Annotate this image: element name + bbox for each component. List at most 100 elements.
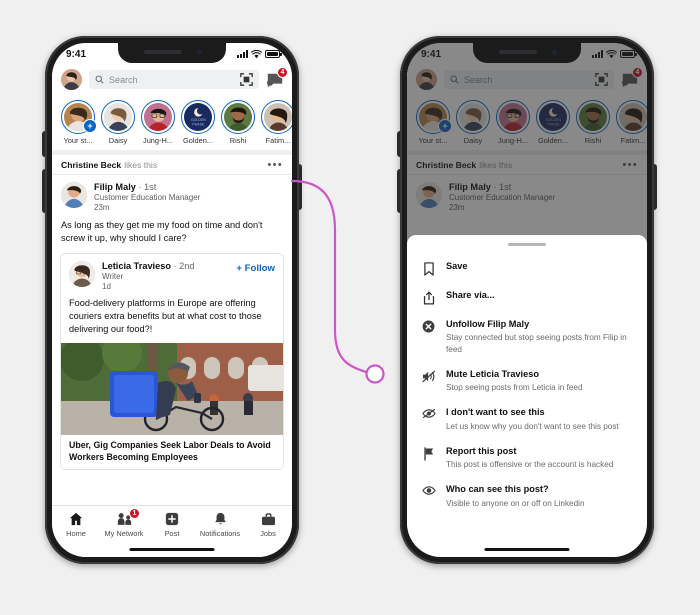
ellipsis-menu-icon[interactable]: ••• bbox=[268, 159, 283, 170]
search-icon bbox=[95, 75, 104, 84]
messaging-badge: 4 bbox=[277, 66, 288, 78]
svg-text:PHASE: PHASE bbox=[192, 122, 205, 126]
menu-item-title: Report this post bbox=[446, 445, 517, 456]
reshared-post-card[interactable]: Leticia Travieso · 2nd Writer 1d + Follo… bbox=[60, 252, 284, 471]
briefcase-icon bbox=[244, 511, 292, 527]
svg-text:GOLDEN: GOLDEN bbox=[190, 118, 206, 122]
home-icon bbox=[52, 511, 100, 527]
bookmark-icon bbox=[421, 261, 436, 276]
qr-scanner-icon[interactable] bbox=[240, 73, 253, 86]
flag-icon bbox=[421, 446, 436, 461]
menu-item-who-can-see[interactable]: Who can see this post? Visible to anyone… bbox=[407, 477, 647, 516]
menu-item-subtitle: This post is offensive or the account is… bbox=[446, 460, 614, 470]
post-options-sheet: Save Share via... Unfollow Filip Maly St… bbox=[407, 235, 647, 557]
menu-item-save[interactable]: Save bbox=[407, 254, 647, 283]
tab-label: My Network bbox=[104, 529, 144, 538]
post-author-row: Filip Maly · 1st Customer Education Mana… bbox=[52, 175, 292, 217]
follow-button[interactable]: + Follow bbox=[236, 261, 275, 274]
phone-right-screen: 9:41 Search bbox=[407, 43, 647, 557]
story-label: Fatim... bbox=[265, 136, 291, 145]
profile-avatar[interactable] bbox=[61, 69, 82, 90]
eye-icon bbox=[421, 484, 436, 496]
post-author-avatar[interactable] bbox=[61, 182, 87, 208]
post-author-headline: Customer Education Manager bbox=[94, 193, 201, 202]
post-timestamp: 23m bbox=[94, 203, 110, 212]
menu-item-subtitle: Visible to anyone on or off on Linkedin bbox=[446, 498, 585, 508]
menu-item-dont-want-to-see[interactable]: I don't want to see this Let us know why… bbox=[407, 400, 647, 439]
menu-item-mute[interactable]: Mute Leticia Travieso Stop seeing posts … bbox=[407, 362, 647, 401]
phone-right: 9:41 Search bbox=[397, 36, 657, 564]
story-label: Golden... bbox=[183, 136, 213, 145]
menu-item-subtitle: Let us know why you don't want to see th… bbox=[446, 421, 619, 431]
story-label: Rishi bbox=[229, 136, 247, 145]
phone-left-screen: 9:41 Search 4 + Your st... Daisy Jung-H.… bbox=[52, 43, 292, 557]
story-label: Daisy bbox=[108, 136, 128, 145]
wifi-icon bbox=[251, 49, 262, 58]
mockup-stage: 9:41 Search 4 + Your st... Daisy Jung-H.… bbox=[0, 0, 700, 615]
battery-icon bbox=[265, 50, 282, 58]
article-title[interactable]: Uber, Gig Companies Seek Labor Deals to … bbox=[61, 434, 283, 470]
menu-item-subtitle: Stop seeing posts from Leticia in feed bbox=[446, 383, 583, 393]
notch bbox=[473, 43, 581, 63]
reshare-headline: Writer bbox=[102, 271, 124, 281]
add-story-icon[interactable]: + bbox=[83, 119, 97, 133]
author-name-text: Filip Maly bbox=[94, 182, 136, 192]
social-proof-action: likes this bbox=[124, 160, 158, 170]
tab-notifications[interactable]: Notifications bbox=[196, 511, 244, 538]
phone-left: 9:41 Search 4 + Your st... Daisy Jung-H.… bbox=[42, 36, 302, 564]
reshare-name-text: Leticia Travieso bbox=[102, 260, 171, 271]
tab-my-network[interactable]: 1 My Network bbox=[100, 508, 148, 538]
search-placeholder: Search bbox=[109, 74, 138, 85]
post-body-text: As long as they get me my food on time a… bbox=[61, 220, 263, 244]
tab-label: Home bbox=[66, 529, 86, 538]
menu-item-unfollow[interactable]: Unfollow Filip Maly Stay connected but s… bbox=[407, 312, 647, 362]
post-author-name: Filip Maly · 1st bbox=[94, 182, 200, 192]
share-icon bbox=[421, 290, 436, 305]
story-item-0[interactable]: + Your st... bbox=[61, 100, 97, 145]
menu-item-report[interactable]: Report this post This post is offensive … bbox=[407, 439, 647, 478]
menu-item-title: Unfollow Filip Maly bbox=[446, 319, 530, 329]
search-input[interactable]: Search bbox=[89, 70, 259, 89]
reshare-body-text: Food-delivery platforms in Europe are of… bbox=[69, 297, 262, 335]
story-item-5[interactable]: Fatim... bbox=[261, 100, 292, 145]
cellular-bars-icon bbox=[237, 50, 248, 58]
tab-home[interactable]: Home bbox=[52, 511, 100, 538]
eye-slash-icon bbox=[421, 407, 436, 419]
story-item-4[interactable]: Rishi bbox=[221, 100, 255, 145]
stories-tray[interactable]: + Your st... Daisy Jung-H... GOLDENPHASE… bbox=[52, 96, 292, 155]
reshare-degree: · 2nd bbox=[173, 260, 195, 271]
post-plus-icon bbox=[148, 511, 196, 527]
menu-item-title: Who can see this post? bbox=[446, 484, 549, 495]
menu-item-share[interactable]: Share via... bbox=[407, 283, 647, 312]
menu-item-title: Share via... bbox=[446, 290, 495, 300]
status-time: 9:41 bbox=[66, 48, 87, 60]
menu-item-title: Mute Leticia Travieso bbox=[446, 368, 539, 379]
reshare-author-avatar[interactable] bbox=[69, 260, 95, 287]
menu-item-subtitle: Stay connected but stop seeing posts fro… bbox=[446, 333, 627, 354]
mute-speaker-icon bbox=[421, 369, 436, 383]
reshare-author-name: Leticia Travieso · 2nd bbox=[102, 261, 194, 271]
menu-item-title: I don't want to see this bbox=[446, 407, 545, 418]
sheet-grab-handle[interactable] bbox=[508, 243, 546, 246]
bell-icon bbox=[196, 511, 244, 527]
social-proof-name: Christine Beck bbox=[61, 160, 122, 170]
story-item-3[interactable]: GOLDENPHASE Golden... bbox=[181, 100, 215, 145]
messaging-icon[interactable]: 4 bbox=[266, 66, 288, 89]
menu-item-title: Save bbox=[446, 261, 468, 271]
story-label: Jung-H... bbox=[143, 136, 173, 145]
tab-jobs[interactable]: Jobs bbox=[244, 511, 292, 538]
tab-post[interactable]: Post bbox=[148, 511, 196, 538]
article-image[interactable] bbox=[61, 342, 283, 435]
home-indicator bbox=[129, 547, 215, 551]
tab-label: Jobs bbox=[260, 529, 276, 538]
notch bbox=[118, 43, 226, 63]
story-label: Your st... bbox=[63, 136, 93, 145]
reshare-timestamp: 1d bbox=[102, 281, 111, 291]
author-degree: · 1st bbox=[138, 182, 157, 192]
story-item-1[interactable]: Daisy bbox=[101, 100, 135, 145]
app-header: Search 4 bbox=[52, 65, 292, 96]
story-item-2[interactable]: Jung-H... bbox=[141, 100, 175, 145]
tab-label: Post bbox=[164, 529, 180, 538]
x-circle-icon bbox=[421, 319, 436, 333]
tab-label: Notifications bbox=[199, 529, 241, 538]
